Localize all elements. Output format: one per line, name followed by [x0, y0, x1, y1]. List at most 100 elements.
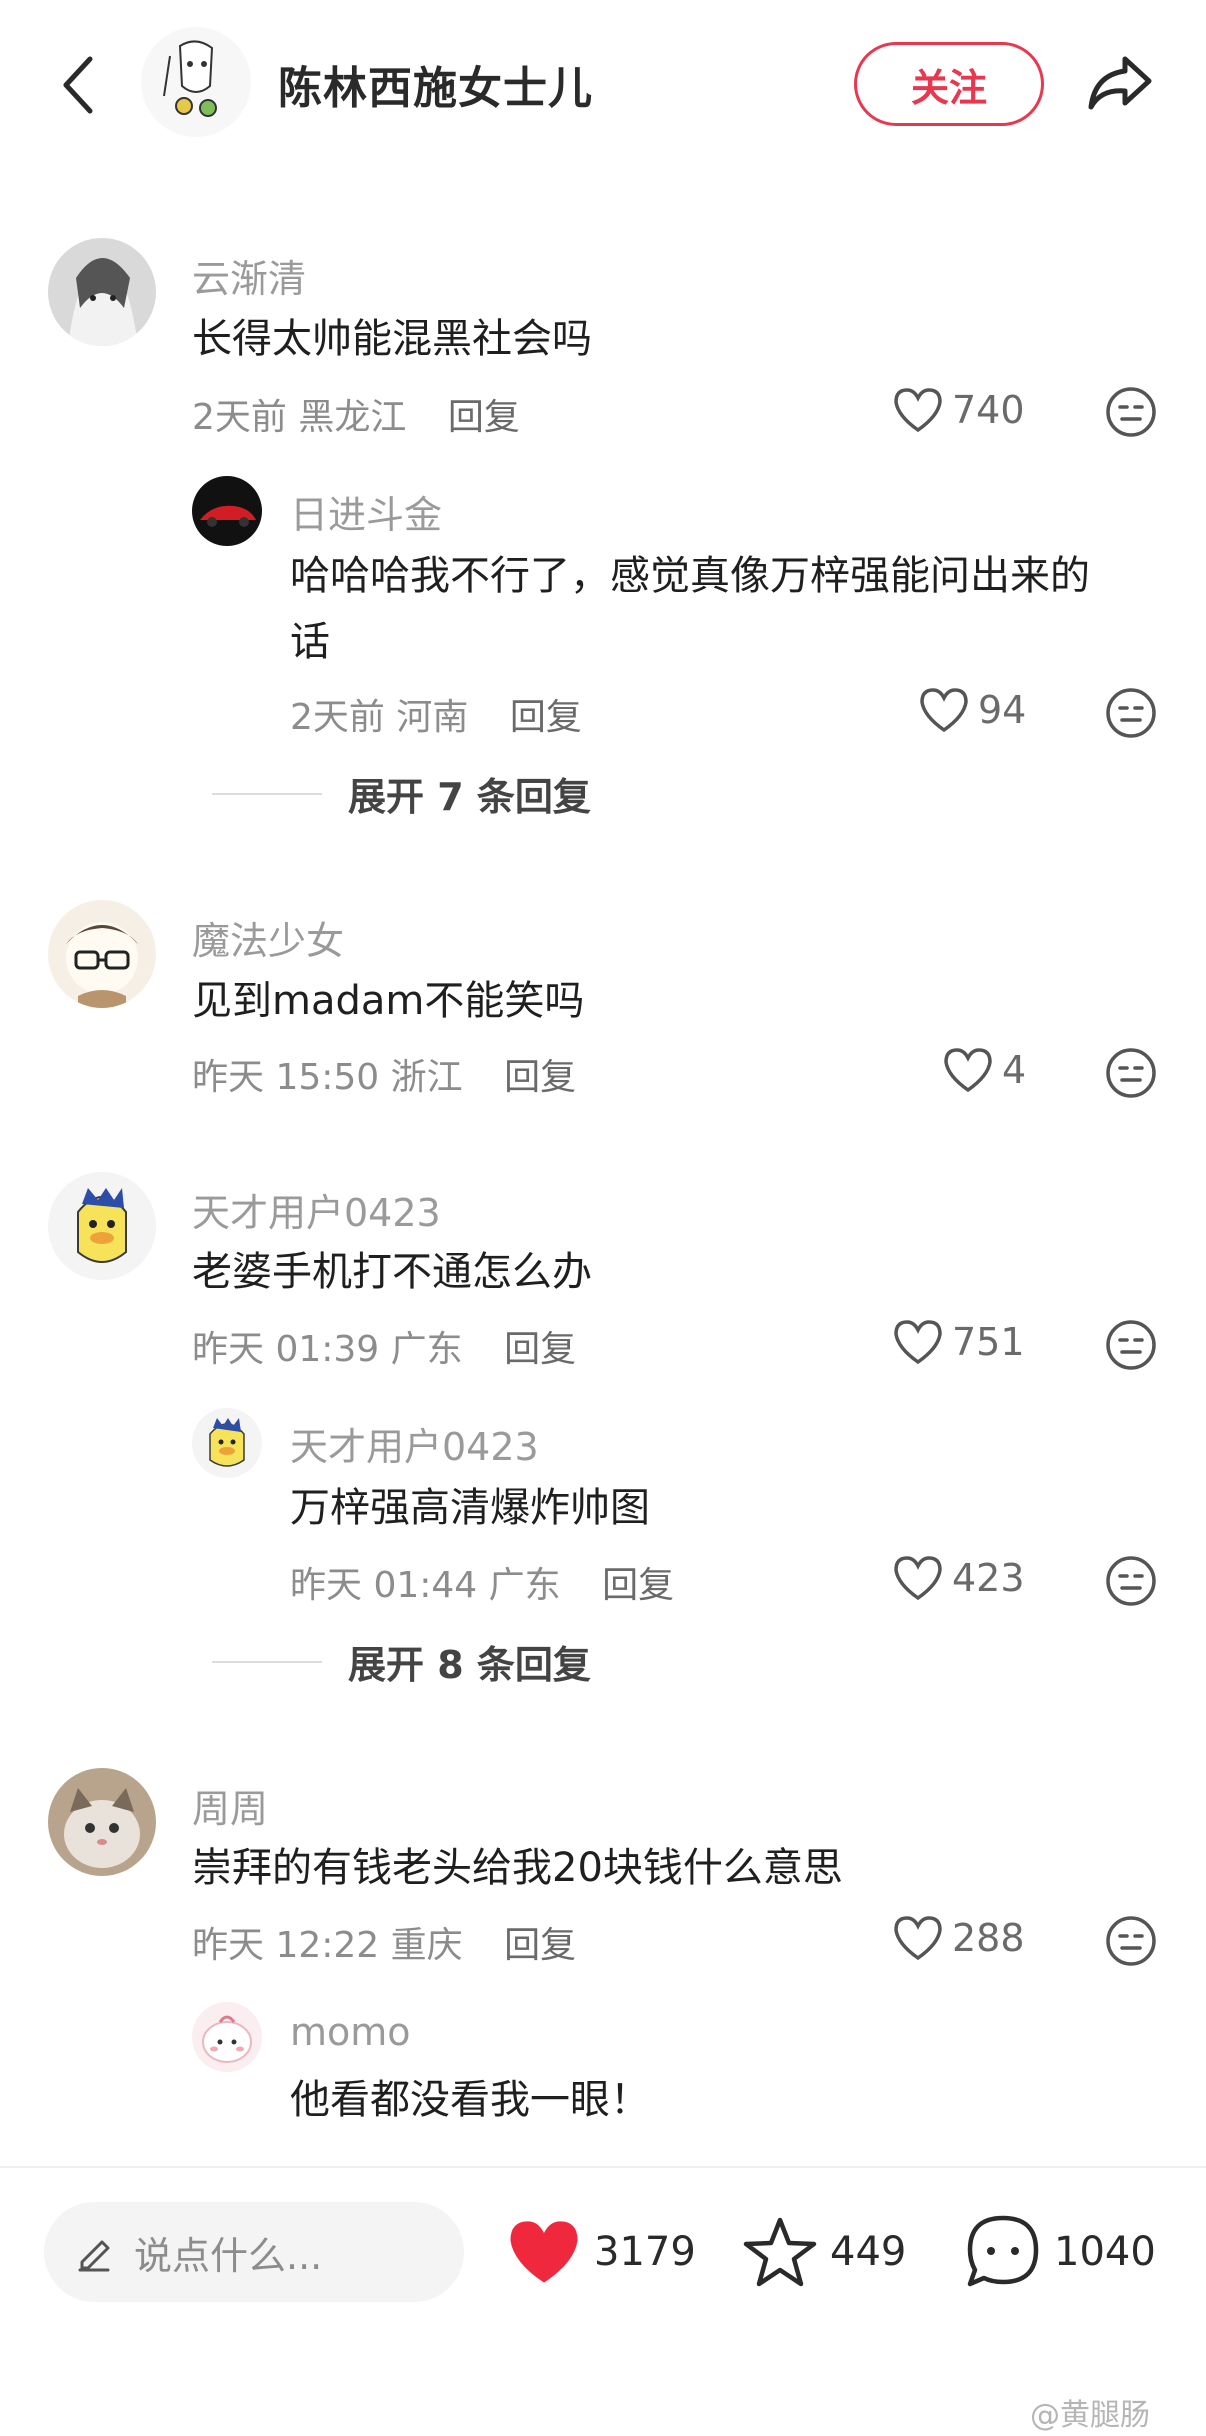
comment-text: 崇拜的有钱老头给我20块钱什么意思 — [192, 1845, 843, 1891]
watermark: @黄腿肠 — [1030, 2398, 1150, 2433]
comment-text: 长得太帅能混黑社会吗 — [192, 316, 592, 362]
reply-button[interactable]: 回复 — [602, 1565, 674, 1606]
like-button[interactable]: 4 — [942, 1046, 1026, 1094]
like-button[interactable]: 288 — [892, 1914, 1025, 1962]
chevron-left-icon — [63, 56, 93, 114]
avatar[interactable] — [48, 1768, 156, 1876]
like-post-button[interactable]: 3179 — [506, 2204, 696, 2300]
comment-text: 哈哈哈我不行了，感觉真像万梓强能问出来的 — [290, 553, 1090, 599]
share-icon — [1088, 56, 1152, 110]
comment-location: 河南 — [396, 697, 469, 738]
like-count: 740 — [952, 388, 1025, 432]
like-button[interactable]: 423 — [892, 1554, 1025, 1602]
username[interactable]: 云渐清 — [192, 248, 306, 303]
favorite-count: 449 — [830, 2229, 907, 2275]
expand-label: 展开 7 条回复 — [348, 775, 591, 819]
username[interactable]: 魔法少女 — [192, 910, 344, 965]
heart-outline-icon — [894, 1320, 942, 1365]
heart-filled-icon — [510, 2221, 578, 2283]
heart-outline-icon — [944, 1048, 992, 1093]
share-button[interactable] — [1082, 48, 1158, 118]
heart-outline-icon — [894, 1916, 942, 1961]
like-count: 423 — [952, 1556, 1025, 1600]
avatar[interactable] — [48, 900, 156, 1008]
author-avatar[interactable] — [140, 26, 252, 138]
heart-outline-icon — [920, 688, 968, 733]
comment-location: 重庆 — [390, 1925, 463, 1966]
reply-button[interactable]: 回复 — [504, 1925, 576, 1966]
comment-time: 2天前 — [192, 397, 287, 438]
comments-button[interactable]: 1040 — [964, 2204, 1156, 2300]
comment-meta: 昨天 15:50 浙江 回复 — [192, 1048, 576, 1100]
comment-time: 昨天 12:22 — [192, 1925, 380, 1966]
dislike-button[interactable] — [1104, 1318, 1158, 1372]
username[interactable]: 天才用户0423 — [192, 1182, 441, 1237]
username[interactable]: 天才用户0423 — [290, 1416, 539, 1471]
comment-text-continued: 话 — [290, 619, 330, 665]
username[interactable]: 周周 — [192, 1778, 268, 1833]
like-button[interactable]: 740 — [892, 386, 1025, 434]
comment-text: 他看都没看我一眼！ — [290, 2077, 650, 2123]
comment-meta: 2天前 河南 回复 — [290, 688, 582, 740]
reply-button[interactable]: 回复 — [504, 1057, 576, 1098]
follow-button[interactable]: 关注 — [854, 42, 1044, 126]
reply-button[interactable]: 回复 — [448, 397, 520, 438]
dislike-button[interactable] — [1104, 1914, 1158, 1968]
post-like-count: 3179 — [594, 2229, 696, 2275]
comment-input[interactable]: 说点什么... — [44, 2202, 464, 2302]
author-name[interactable]: 陈林西施女士儿 — [278, 52, 593, 116]
avatar[interactable] — [192, 476, 262, 546]
dislike-button[interactable] — [1104, 686, 1158, 740]
top-bar: 陈林西施女士儿 关注 — [0, 0, 1206, 180]
comment-text: 见到madam不能笑吗 — [192, 978, 585, 1024]
meh-face-icon — [1106, 387, 1156, 437]
star-outline-icon — [743, 2217, 817, 2287]
comment-time: 2天前 — [290, 697, 385, 738]
dislike-button[interactable] — [1104, 1046, 1158, 1100]
comment-location: 广东 — [488, 1565, 561, 1606]
reply-button[interactable]: 回复 — [510, 697, 582, 738]
comment-count: 1040 — [1054, 2229, 1156, 2275]
chat-bubble-icon — [967, 2215, 1039, 2287]
username[interactable]: 日进斗金 — [290, 484, 442, 539]
comment-text: 万梓强高清爆炸帅图 — [290, 1485, 650, 1531]
comment-location: 广东 — [390, 1329, 463, 1370]
meh-face-icon — [1106, 688, 1156, 738]
comment-placeholder: 说点什么... — [134, 2233, 323, 2278]
divider — [212, 1660, 322, 1663]
comment-meta: 昨天 01:39 广东 回复 — [192, 1320, 576, 1372]
comment-time: 昨天 01:39 — [192, 1329, 380, 1370]
bottom-action-bar: 说点什么... 3179 449 1040 — [0, 2166, 1206, 2336]
comment-time: 昨天 15:50 — [192, 1057, 380, 1098]
avatar[interactable] — [192, 2002, 262, 2072]
reply-button[interactable]: 回复 — [504, 1329, 576, 1370]
dislike-button[interactable] — [1104, 1554, 1158, 1608]
meh-face-icon — [1106, 1048, 1156, 1098]
avatar[interactable] — [48, 1172, 156, 1280]
comment-meta: 2天前 黑龙江 回复 — [192, 388, 520, 440]
meh-face-icon — [1106, 1556, 1156, 1606]
comment-location: 浙江 — [390, 1057, 463, 1098]
like-count: 751 — [952, 1320, 1025, 1364]
comment-meta: 昨天 01:44 广东 回复 — [290, 1556, 674, 1608]
divider — [212, 792, 322, 795]
like-button[interactable]: 751 — [892, 1318, 1025, 1366]
avatar[interactable] — [48, 238, 156, 346]
back-button[interactable] — [52, 50, 102, 120]
avatar[interactable] — [192, 1408, 262, 1478]
comment-location: 黑龙江 — [298, 397, 407, 438]
comment-text: 老婆手机打不通怎么办 — [192, 1249, 592, 1295]
favorite-button[interactable]: 449 — [742, 2204, 906, 2300]
comment-time: 昨天 01:44 — [290, 1565, 478, 1606]
heart-outline-icon — [894, 1556, 942, 1601]
pencil-icon — [78, 2240, 110, 2272]
heart-outline-icon — [894, 388, 942, 433]
username[interactable]: momo — [290, 2010, 411, 2054]
like-button[interactable]: 94 — [918, 686, 1026, 734]
expand-replies-button[interactable]: 展开 7 条回复 — [212, 766, 591, 821]
dislike-button[interactable] — [1104, 385, 1158, 439]
expand-replies-button[interactable]: 展开 8 条回复 — [212, 1634, 591, 1689]
meh-face-icon — [1106, 1916, 1156, 1966]
like-count: 94 — [978, 688, 1027, 732]
meh-face-icon — [1106, 1320, 1156, 1370]
